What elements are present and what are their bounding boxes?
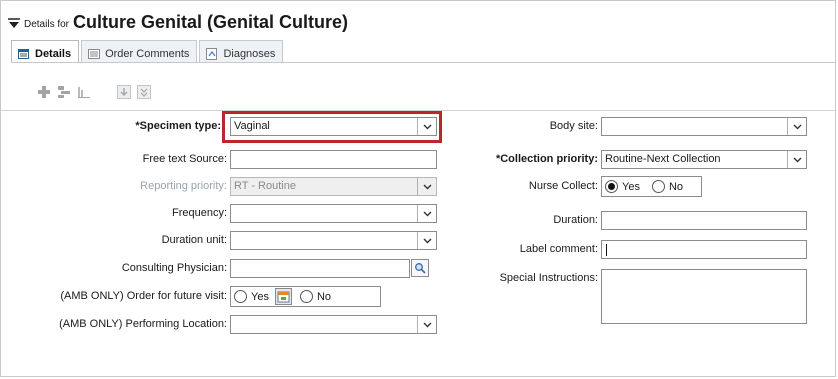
duration-unit-select[interactable] (230, 231, 437, 250)
text-caret (606, 244, 607, 256)
details-panel: Details for Culture Genital (Genital Cul… (0, 0, 836, 377)
frequency-select[interactable] (230, 204, 437, 223)
add-icon[interactable] (37, 85, 51, 99)
tab-diagnoses[interactable]: Diagnoses (199, 40, 284, 63)
future-visit-label: (AMB ONLY) Order for future visit: (60, 290, 227, 302)
search-icon (415, 263, 426, 274)
frequency-label: Frequency: (171, 207, 227, 219)
nurse-collect-no-radio[interactable] (651, 180, 665, 193)
tab-order-comments-label: Order Comments (105, 48, 190, 60)
free-text-source-input[interactable] (230, 150, 437, 169)
details-icon (18, 49, 29, 59)
comments-icon (88, 49, 101, 59)
chevron-down-icon[interactable] (417, 232, 436, 249)
chevron-down-icon[interactable] (787, 118, 806, 135)
header-prefix: Details for (24, 19, 70, 30)
nurse-collect-yes-label: Yes (622, 180, 640, 193)
nurse-collect-yes-radio[interactable] (605, 180, 618, 193)
tab-order-comments[interactable]: Order Comments (81, 40, 198, 63)
future-visit-no-label: No (316, 290, 332, 303)
reporting-priority-label: Reporting priority: (140, 180, 227, 192)
diagnoses-icon (206, 48, 218, 60)
details-header: Details for Culture Genital (Genital Cul… (7, 9, 348, 33)
chart-icon[interactable] (77, 85, 91, 99)
duration-input[interactable] (601, 211, 807, 230)
group-icon[interactable] (57, 85, 71, 99)
collection-priority-select[interactable]: Routine-Next Collection (601, 150, 807, 169)
chevron-down-icon[interactable] (417, 205, 436, 222)
tab-bar: Details Order Comments Diagnoses (11, 40, 285, 63)
chevron-down-icon[interactable] (417, 316, 436, 333)
special-instructions-label: Special Instructions: (499, 272, 598, 284)
expand-icon[interactable] (137, 85, 151, 99)
specimen-type-label: *Specimen type: (135, 120, 221, 132)
special-instructions-textarea[interactable] (601, 269, 807, 324)
collection-priority-value: Routine-Next Collection (605, 153, 721, 165)
reporting-priority-value: RT - Routine (234, 180, 296, 192)
chevron-down-icon[interactable] (417, 178, 436, 195)
label-comment-input[interactable] (601, 240, 807, 259)
consulting-physician-input[interactable] (230, 259, 410, 278)
duration-unit-label: Duration unit: (161, 234, 227, 246)
consulting-physician-label: Consulting Physician: (121, 262, 227, 274)
collection-priority-label: *Collection priority: (495, 153, 598, 165)
body-site-select[interactable] (601, 117, 807, 136)
tab-divider (11, 62, 835, 63)
chevron-down-icon[interactable] (787, 151, 806, 168)
collapse-icon[interactable] (7, 17, 21, 31)
future-visit-radio-group: Yes No (230, 286, 381, 307)
physician-search-button[interactable] (411, 259, 429, 277)
nurse-collect-no-label: No (668, 180, 684, 193)
page-title: Culture Genital (Genital Culture) (73, 12, 349, 32)
body-site-label: Body site: (549, 120, 598, 132)
move-down-icon[interactable] (117, 85, 131, 99)
tab-diagnoses-label: Diagnoses (223, 48, 276, 60)
future-visit-yes-label: Yes (251, 290, 269, 303)
specimen-type-highlight (222, 111, 442, 143)
toolbar (37, 85, 151, 99)
performing-location-select[interactable] (230, 315, 437, 334)
tab-details[interactable]: Details (11, 40, 80, 63)
calendar-icon[interactable] (274, 288, 292, 305)
label-comment-label: Label comment: (519, 243, 598, 255)
free-text-source-label: Free text Source: (142, 153, 227, 165)
future-visit-yes-radio[interactable] (234, 290, 247, 303)
reporting-priority-select[interactable]: RT - Routine (230, 177, 437, 196)
duration-label: Duration: (553, 214, 598, 226)
nurse-collect-radio-group: Yes No (601, 176, 702, 197)
tab-details-label: Details (35, 48, 72, 60)
nurse-collect-label: Nurse Collect: (528, 180, 598, 192)
performing-location-label: (AMB ONLY) Performing Location: (59, 318, 227, 330)
future-visit-no-radio[interactable] (299, 290, 313, 303)
